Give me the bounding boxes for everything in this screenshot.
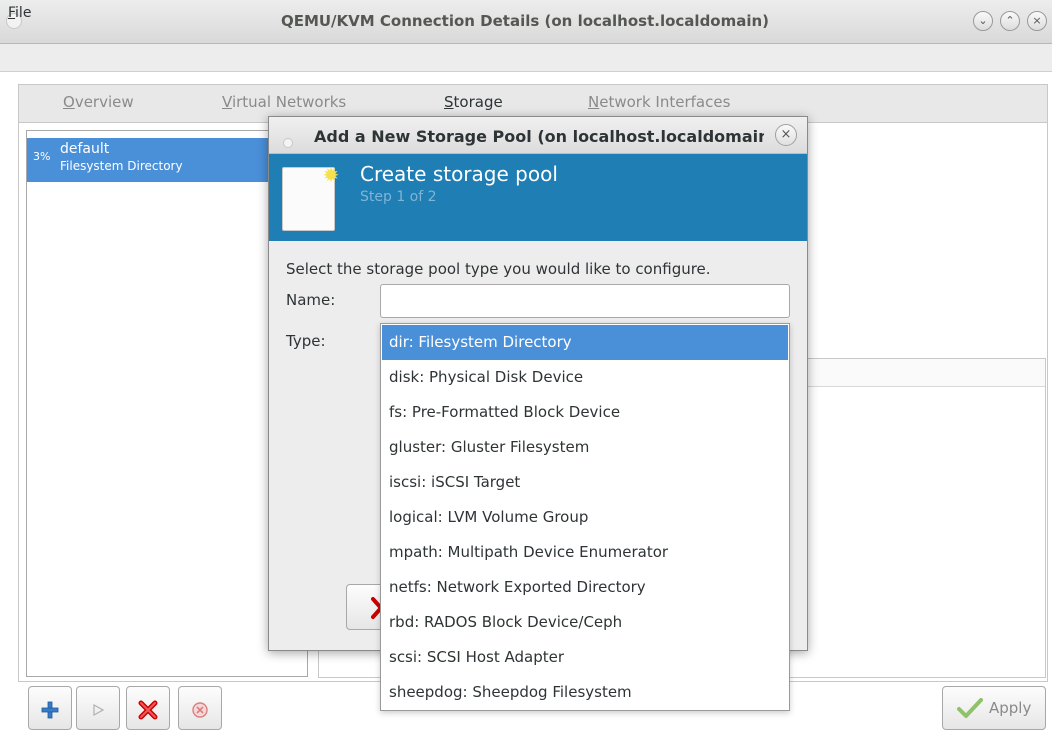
banner-step: Step 1 of 2 <box>360 189 437 205</box>
pool-name: default <box>60 141 110 157</box>
dialog-close-button[interactable]: × <box>775 124 797 146</box>
storage-pool-list[interactable] <box>26 130 308 677</box>
type-option-disk[interactable]: disk: Physical Disk Device <box>382 360 788 395</box>
delete-pool-button[interactable] <box>126 686 170 730</box>
apply-button[interactable]: Apply <box>942 686 1046 730</box>
type-dropdown-list[interactable]: dir: Filesystem Directory disk: Physical… <box>380 323 790 711</box>
new-star-icon: ✹ <box>322 163 340 187</box>
banner-title: Create storage pool <box>360 162 558 186</box>
delete-icon <box>138 700 158 719</box>
apply-label: Apply <box>989 699 1032 717</box>
checkmark-icon <box>957 698 983 718</box>
type-option-logical[interactable]: logical: LVM Volume Group <box>382 500 788 535</box>
type-option-netfs[interactable]: netfs: Network Exported Directory <box>382 570 788 605</box>
menubar <box>0 44 1052 72</box>
pool-usage-percent: 3% <box>33 150 51 163</box>
name-label: Name: <box>286 291 336 309</box>
type-option-dir[interactable]: dir: Filesystem Directory <box>382 325 788 360</box>
type-label: Type: <box>286 332 326 350</box>
stop-icon <box>192 701 208 718</box>
type-option-mpath[interactable]: mpath: Multipath Device Enumerator <box>382 535 788 570</box>
stop-pool-button[interactable] <box>178 686 222 730</box>
play-icon <box>93 703 105 716</box>
tab-storage[interactable]: Storage <box>444 93 503 111</box>
type-option-iscsi[interactable]: iscsi: iSCSI Target <box>382 465 788 500</box>
maximize-button[interactable]: ⌃ <box>1000 11 1020 31</box>
type-option-scsi[interactable]: scsi: SCSI Host Adapter <box>382 640 788 675</box>
type-option-sheepdog[interactable]: sheepdog: Sheepdog Filesystem <box>382 675 788 710</box>
tab-virtual-networks[interactable]: Virtual Networks <box>222 93 346 111</box>
window-title: QEMU/KVM Connection Details (on localhos… <box>280 12 770 30</box>
dialog-menu-icon[interactable] <box>283 138 293 148</box>
pool-type: Filesystem Directory <box>60 159 183 173</box>
name-input[interactable] <box>380 284 790 318</box>
type-option-fs[interactable]: fs: Pre-Formatted Block Device <box>382 395 788 430</box>
close-button[interactable]: × <box>1027 11 1047 31</box>
dialog-instruction: Select the storage pool type you would l… <box>286 260 711 278</box>
type-option-rbd[interactable]: rbd: RADOS Block Device/Ceph <box>382 605 788 640</box>
tab-overview[interactable]: Overview <box>63 93 134 111</box>
plus-icon <box>41 701 59 718</box>
add-pool-button[interactable] <box>28 686 72 730</box>
menu-file[interactable]: File <box>8 5 31 21</box>
dialog-title: Add a New Storage Pool (on localhost.loc… <box>314 127 764 146</box>
minimize-button[interactable]: ⌄ <box>973 11 993 31</box>
pool-list-item[interactable]: 3% default Filesystem Directory <box>27 138 307 182</box>
start-pool-button[interactable] <box>76 686 120 730</box>
type-option-gluster[interactable]: gluster: Gluster Filesystem <box>382 430 788 465</box>
tab-network-interfaces[interactable]: Network Interfaces <box>588 93 730 111</box>
